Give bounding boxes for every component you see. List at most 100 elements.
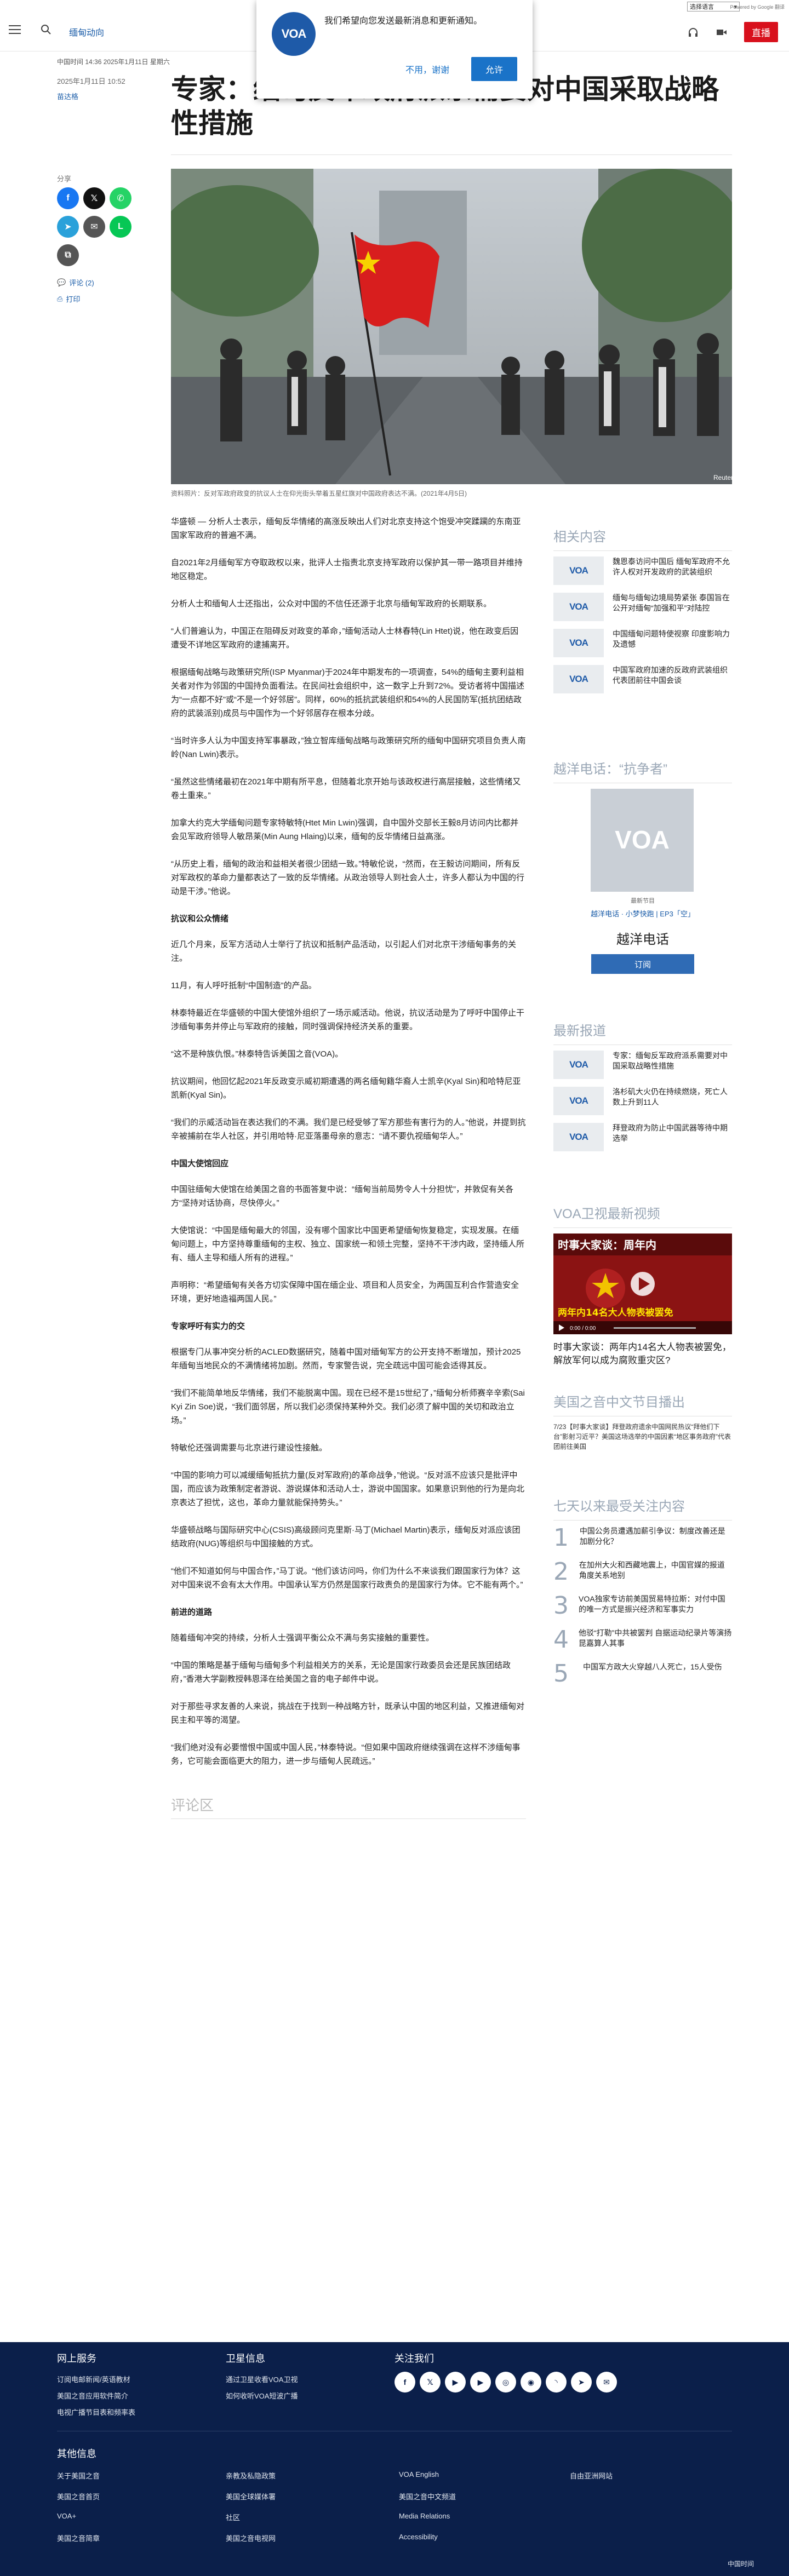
- menu-icon[interactable]: [9, 25, 21, 34]
- article-body: 华盛顿 — 分析人士表示，缅甸反华情绪的高涨反映出人们对北京支持这个饱受冲突蹂躏…: [171, 515, 526, 1782]
- line-icon[interactable]: L: [110, 216, 132, 238]
- share-label: 分享: [57, 175, 72, 183]
- popular-link[interactable]: 在加州大火和西藏地震上，中国官媒的报道角度关系地别: [579, 1560, 732, 1584]
- telegram-icon[interactable]: ➤: [571, 2372, 592, 2393]
- photo-caption: 资料照片：反对军政府政变的抗议人士在仰光街头举着五星红旗对中国政府表达不满。(2…: [171, 490, 467, 497]
- deny-button[interactable]: 不用，谢谢: [405, 62, 449, 76]
- paragraph: “虽然这些情绪最初在2021年中期有所平息，但随着北京开始与该政权进行高层接触，…: [171, 777, 521, 800]
- x-icon[interactable]: 𝕏: [420, 2372, 441, 2393]
- popular-item[interactable]: 1 中国公务员遭遇加薪引争议：制度改善还是加剧分化？: [553, 1526, 732, 1550]
- footer-link[interactable]: 美国之音首页: [57, 2491, 100, 2502]
- related-item[interactable]: VOA 中国缅甸问题特使视察 印度影响力及遗憾: [553, 629, 732, 657]
- section-link[interactable]: 缅甸动向: [69, 25, 104, 38]
- popular-link[interactable]: VOA独家专访前美国贸易特拉斯：对付中国的唯一方式是振兴经济和军事实力: [579, 1594, 732, 1618]
- footer-link[interactable]: 美国之音中文频道: [399, 2491, 456, 2502]
- footer-link[interactable]: Accessibility: [399, 2533, 438, 2541]
- footer-link[interactable]: 美国之音电视网: [226, 2533, 276, 2543]
- latest-link[interactable]: 洛杉矶大火仍在持续燃烧，死亡人数上升到11人: [613, 1087, 732, 1108]
- thumbnail: VOA: [553, 593, 604, 621]
- subscribe-button[interactable]: 订阅: [591, 954, 694, 974]
- video-caption[interactable]: 时事大家谈：两年内14名大人物表被罢免，解放军何以成为腐败重灾区?: [553, 1341, 732, 1367]
- video-frame: 时事大家谈：周年内 两年内14名大人物表被罢免 0:00 / 0:00: [553, 1234, 732, 1334]
- latest-link[interactable]: 拜登政府为防止中国武器等待中期选举: [613, 1123, 732, 1144]
- related-item[interactable]: VOA 魏恩泰访问中国后 缅甸军政府不允许人权对开发政府的武装组织: [553, 556, 732, 585]
- x-icon[interactable]: 𝕏: [83, 187, 105, 209]
- youtube-icon[interactable]: ▶: [445, 2372, 466, 2393]
- footer-link[interactable]: 美国全球媒体署: [226, 2491, 276, 2502]
- footer-link[interactable]: 如何收听VOA短波广播: [226, 2390, 298, 2401]
- live-button[interactable]: 直播: [744, 22, 778, 42]
- follow-us-title: 关注我们: [395, 2353, 434, 2364]
- paragraph: 加拿大约克大学缅甸问题专家特敏特(Htet Min Lwin)强调，自中国外交部…: [171, 818, 519, 841]
- lead-photo: Reuters: [171, 169, 732, 484]
- whatsapp-icon[interactable]: ✆: [110, 187, 132, 209]
- divider: [553, 1520, 732, 1521]
- footer-link[interactable]: VOA English: [399, 2470, 439, 2479]
- schedule-title: 美国之音中文节目播出: [553, 1395, 685, 1410]
- podcast-icon[interactable]: ◉: [521, 2372, 541, 2393]
- rank-number: 4: [553, 1626, 569, 1654]
- video-player[interactable]: 时事大家谈：周年内 两年内14名大人物表被罢免 0:00 / 0:00: [553, 1234, 732, 1334]
- facebook-icon[interactable]: f: [57, 187, 79, 209]
- footer-link[interactable]: 美国之音简章: [57, 2533, 100, 2543]
- rss-icon[interactable]: ◝: [546, 2372, 567, 2393]
- paragraph: “人们普遍认为，中国正在阻碍反对政变的革命，”缅甸活动人士林春特(Lin Hte…: [171, 627, 519, 650]
- paragraph: 自2021年2月缅甸军方夺取政权以来，批评人士指责北京支持军政府以保护其一带一路…: [171, 558, 523, 581]
- video-camera-icon[interactable]: [716, 26, 728, 38]
- related-link[interactable]: 魏恩泰访问中国后 缅甸军政府不允许人权对开发政府的武装组织: [613, 556, 732, 577]
- comment-icon: 💬: [57, 278, 66, 286]
- related-item[interactable]: VOA 中国军政府加速的反政府武装组织代表团前往中国会谈: [553, 665, 732, 693]
- email-icon[interactable]: ✉: [596, 2372, 617, 2393]
- related-item[interactable]: VOA 缅甸与缅甸边境局势紧张 泰国旨在公开对缅甸“加强和平”对陆控: [553, 593, 732, 621]
- popular-link[interactable]: 中国公务员遭遇加薪引争议：制度改善还是加剧分化？: [580, 1526, 732, 1550]
- latest-link[interactable]: 专家：缅甸反军政府派系需要对中国采取战略性措施: [613, 1051, 732, 1071]
- photo-credit: Reuters: [713, 474, 732, 481]
- podcast-cover[interactable]: VOA: [591, 789, 694, 892]
- popular-item[interactable]: 3 VOA独家专访前美国贸易特拉斯：对付中国的唯一方式是振兴经济和军事实力: [553, 1594, 732, 1618]
- youtube-icon[interactable]: ▶: [470, 2372, 491, 2393]
- popular-item[interactable]: 5 中国军方政大火穿越八人死亡，15人受伤: [553, 1662, 732, 1686]
- paragraph: 大使馆说：“中国是缅甸最大的邻国，没有哪个国家比中国更希望缅甸恢复稳定，实现发展…: [171, 1226, 525, 1263]
- footer-link[interactable]: 亲教及私隐政策: [226, 2470, 276, 2481]
- allow-button[interactable]: 允许: [471, 57, 517, 81]
- footer-link[interactable]: 关于美国之音: [57, 2470, 100, 2481]
- podcast-episode[interactable]: 越洋电话 · 小梦快跑 | EP3「空」: [553, 908, 732, 919]
- share-buttons: f 𝕏 ✆ ➤ ✉ L ⧉: [57, 187, 145, 273]
- copy-link-icon[interactable]: ⧉: [57, 244, 79, 266]
- print-icon: ⎙: [57, 294, 63, 303]
- popular-item[interactable]: 4 他驳“打勒”中共被罢判 自据运动纪录片等演扬昆嘉算人其事: [553, 1628, 732, 1652]
- related-link[interactable]: 中国缅甸问题特使视察 印度影响力及遗憾: [613, 629, 732, 650]
- footer-link[interactable]: 社区: [226, 2512, 240, 2522]
- email-icon[interactable]: ✉: [83, 216, 105, 238]
- notification-message: 我们希望向您发送最新消息和更新通知。: [324, 16, 483, 26]
- headphones-icon[interactable]: [687, 26, 699, 38]
- popular-link[interactable]: 中国军方政大火穿越八人死亡，15人受伤: [583, 1662, 722, 1686]
- search-icon[interactable]: [41, 24, 52, 35]
- footer-link[interactable]: VOA+: [57, 2512, 76, 2520]
- instagram-icon[interactable]: ◎: [495, 2372, 516, 2393]
- footer-link[interactable]: 美国之音应用软件简介: [57, 2390, 128, 2401]
- related-link[interactable]: 中国军政府加速的反政府武装组织代表团前往中国会谈: [613, 665, 732, 686]
- print-link[interactable]: ⎙ 打印: [57, 294, 80, 304]
- popular-link[interactable]: 他驳“打勒”中共被罢判 自据运动纪录片等演扬昆嘉算人其事: [579, 1628, 732, 1652]
- popular-item[interactable]: 2 在加州大火和西藏地震上，中国官媒的报道角度关系地别: [553, 1560, 732, 1584]
- footer-link[interactable]: 电视广播节目表和频率表: [57, 2407, 135, 2417]
- latest-item[interactable]: VOA 洛杉矶大火仍在持续燃烧，死亡人数上升到11人: [553, 1087, 732, 1115]
- last-updated: 中国时间 14:36 2025年1月11日 星期六: [57, 58, 170, 66]
- footer-link[interactable]: 订阅电邮新闻/英语教材: [57, 2374, 130, 2384]
- author-link[interactable]: 苗达格: [57, 91, 78, 101]
- latest-reports: 最新报道 VOA 专家：缅甸反军政府派系需要对中国采取战略性措施 VOA 洛杉矶大火…: [553, 1020, 732, 1159]
- facebook-icon[interactable]: f: [395, 2372, 415, 2393]
- footer-link[interactable]: 通过卫星收看VOA卫视: [226, 2374, 298, 2384]
- footer-link[interactable]: Media Relations: [399, 2512, 450, 2520]
- latest-item[interactable]: VOA 专家：缅甸反军政府派系需要对中国采取战略性措施: [553, 1051, 732, 1079]
- comments-link[interactable]: 💬 评论 (2): [57, 277, 94, 288]
- schedule-text[interactable]: 7/23【时事大家谈】拜登政府遗余中国网民热议“拜他们下台”影射习近平？美国这场…: [553, 1422, 732, 1451]
- paragraph: “当时许多人认为中国支持军事暴政，”独立智库缅甸战略与政策研究所的缅甸中国研究项…: [171, 736, 526, 759]
- latest-item[interactable]: VOA 拜登政府为防止中国武器等待中期选举: [553, 1123, 732, 1151]
- related-link[interactable]: 缅甸与缅甸边境局势紧张 泰国旨在公开对缅甸“加强和平”对陆控: [613, 593, 732, 613]
- podcast-block: 越洋电话：“抗争者” VOA 最新节目 越洋电话 · 小梦快跑 | EP3「空」…: [553, 758, 732, 974]
- telegram-icon[interactable]: ➤: [57, 216, 79, 238]
- footer-link[interactable]: 自由亚洲网站: [570, 2470, 613, 2481]
- protest-photo: Reuters: [171, 169, 732, 484]
